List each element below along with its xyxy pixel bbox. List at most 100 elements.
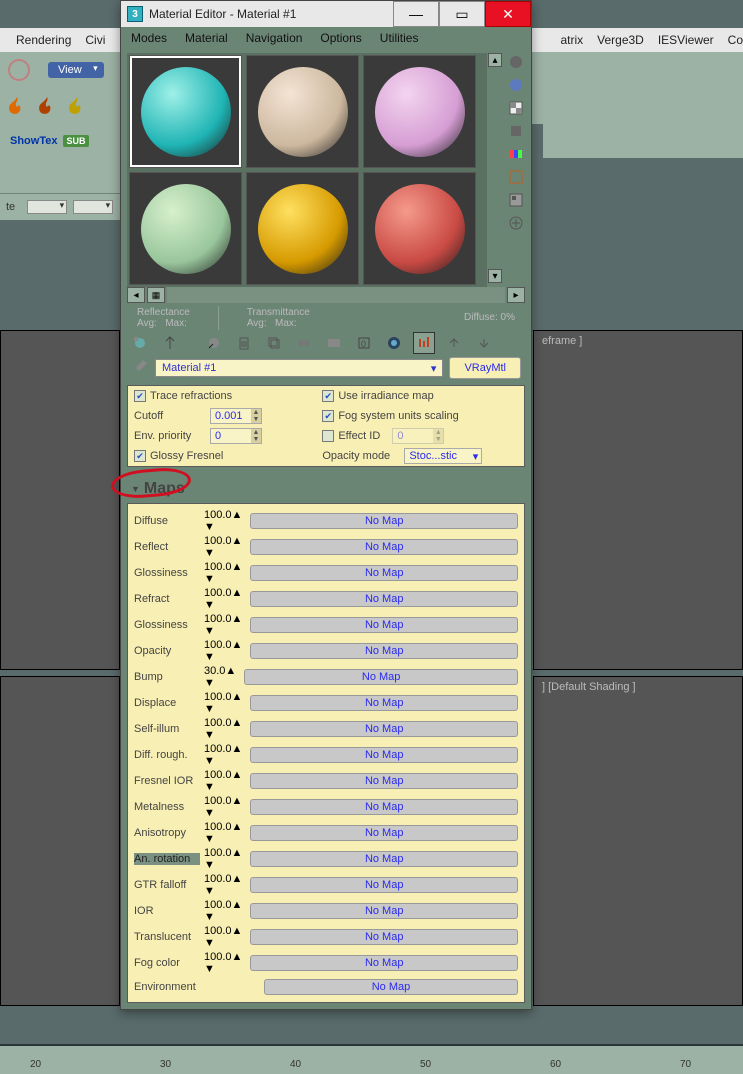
go-to-parent-icon[interactable]: [443, 332, 465, 354]
map-amount-spinner[interactable]: 100.0▲▼: [204, 691, 242, 715]
background-icon[interactable]: [507, 99, 525, 117]
scroll-track[interactable]: [167, 287, 505, 303]
fire-icon[interactable]: [68, 97, 86, 115]
map-amount-spinner[interactable]: 100.0▲▼: [204, 873, 242, 897]
map-slot-button[interactable]: No Map: [250, 929, 518, 945]
eyedropper-icon[interactable]: [131, 359, 149, 377]
select-by-material-icon[interactable]: [507, 191, 525, 209]
map-slot-button[interactable]: No Map: [250, 747, 518, 763]
viewport-bottom-left[interactable]: [0, 676, 120, 1006]
menu-utilities[interactable]: Utilities: [380, 31, 419, 45]
fire-icon[interactable]: [38, 97, 56, 115]
env-priority-spinner[interactable]: 0▲▼: [210, 428, 262, 444]
make-copy-icon[interactable]: [263, 332, 285, 354]
map-amount-spinner[interactable]: 100.0▲▼: [204, 717, 242, 741]
map-amount-spinner[interactable]: 100.0▲▼: [204, 847, 242, 871]
trace-refractions-checkbox[interactable]: [134, 390, 146, 402]
material-map-icon[interactable]: [507, 214, 525, 232]
samples-vscroll[interactable]: ▴ ▾: [487, 53, 503, 283]
map-amount-spinner[interactable]: 100.0▲▼: [204, 821, 242, 845]
map-amount-spinner[interactable]: 100.0▲▼: [204, 951, 242, 975]
sample-slot[interactable]: [129, 55, 242, 168]
bg-menu-item[interactable]: Co: [728, 33, 743, 47]
map-slot-button[interactable]: No Map: [250, 565, 518, 581]
sample-slot[interactable]: [246, 55, 359, 168]
bg-menu-item[interactable]: Verge3D: [597, 33, 644, 47]
scroll-up-icon[interactable]: ▴: [488, 53, 502, 67]
map-amount-spinner[interactable]: 100.0▲▼: [204, 769, 242, 793]
timeline[interactable]: 20 30 40 50 60 70: [0, 1044, 743, 1074]
scroll-right-icon[interactable]: ▸: [507, 287, 525, 303]
fire-icon[interactable]: [8, 97, 26, 115]
material-type-button[interactable]: VRayMtl: [449, 357, 521, 379]
bg-menu-item[interactable]: IESViewer: [658, 33, 714, 47]
samples-hscroll[interactable]: ◂ ▦ ▸: [127, 287, 525, 303]
map-slot-button[interactable]: No Map: [250, 539, 518, 555]
grid-toggle-icon[interactable]: ▦: [147, 287, 165, 303]
viewport-top-right[interactable]: eframe ]: [533, 330, 743, 670]
map-slot-button[interactable]: No Map: [250, 695, 518, 711]
scroll-left-icon[interactable]: ◂: [127, 287, 145, 303]
combo-1[interactable]: [27, 200, 67, 214]
effect-id-spinner[interactable]: 0▲▼: [392, 428, 444, 444]
maps-rollout-header[interactable]: Maps: [121, 477, 531, 501]
use-irradiance-checkbox[interactable]: [322, 390, 334, 402]
map-slot-button[interactable]: No Map: [250, 773, 518, 789]
backlight-icon[interactable]: [507, 76, 525, 94]
map-amount-spinner[interactable]: 100.0▲▼: [204, 613, 242, 637]
video-color-icon[interactable]: [507, 145, 525, 163]
map-slot-button[interactable]: No Map: [250, 955, 518, 971]
map-slot-button[interactable]: No Map: [250, 617, 518, 633]
map-amount-spinner[interactable]: 100.0▲▼: [204, 561, 242, 585]
material-id-icon[interactable]: 0: [353, 332, 375, 354]
fog-units-checkbox[interactable]: [322, 410, 334, 422]
put-to-scene-icon[interactable]: [159, 332, 181, 354]
bg-menu-item[interactable]: Rendering: [16, 33, 71, 47]
map-amount-spinner[interactable]: 100.0▲▼: [204, 587, 242, 611]
map-amount-spinner[interactable]: 100.0▲▼: [204, 899, 242, 923]
sample-type-icon[interactable]: [507, 53, 525, 71]
effect-id-checkbox[interactable]: [322, 430, 334, 442]
render-scope-icon[interactable]: [8, 59, 30, 81]
showtex-label[interactable]: ShowTex: [10, 135, 57, 147]
menu-options[interactable]: Options: [320, 31, 361, 45]
map-slot-button[interactable]: No Map: [244, 669, 518, 685]
close-button[interactable]: ✕: [485, 1, 531, 27]
map-slot-button[interactable]: No Map: [250, 851, 518, 867]
map-slot-button[interactable]: No Map: [250, 721, 518, 737]
map-slot-button[interactable]: No Map: [250, 799, 518, 815]
glossy-fresnel-checkbox[interactable]: [134, 450, 146, 462]
window-titlebar[interactable]: 3 Material Editor - Material #1 — ▭ ✕: [121, 1, 531, 27]
make-unique-icon[interactable]: [293, 332, 315, 354]
view-dropdown[interactable]: View: [48, 62, 104, 78]
bg-menu-item[interactable]: Civi: [85, 33, 105, 47]
show-in-viewport-icon[interactable]: [383, 332, 405, 354]
map-amount-spinner[interactable]: 100.0▲▼: [204, 535, 242, 559]
maximize-button[interactable]: ▭: [439, 1, 485, 27]
map-amount-spinner[interactable]: 100.0▲▼: [204, 795, 242, 819]
combo-2[interactable]: [73, 200, 113, 214]
viewport-bottom-right[interactable]: ] [Default Shading ]: [533, 676, 743, 1006]
show-end-result-icon[interactable]: [413, 332, 435, 354]
sample-uv-icon[interactable]: [507, 122, 525, 140]
sample-slot[interactable]: [363, 172, 476, 285]
map-slot-button[interactable]: No Map: [250, 825, 518, 841]
reset-icon[interactable]: [233, 332, 255, 354]
menu-navigation[interactable]: Navigation: [246, 31, 303, 45]
map-slot-button[interactable]: No Map: [250, 513, 518, 529]
map-amount-spinner[interactable]: 100.0▲▼: [204, 509, 242, 533]
map-amount-spinner[interactable]: 100.0▲▼: [204, 925, 242, 949]
material-name-dropdown[interactable]: Material #1: [155, 359, 443, 377]
cutoff-spinner[interactable]: 0.001▲▼: [210, 408, 262, 424]
bg-menu-item[interactable]: atrix: [560, 33, 583, 47]
sample-slot[interactable]: [246, 172, 359, 285]
go-forward-icon[interactable]: [473, 332, 495, 354]
sample-slot[interactable]: [363, 55, 476, 168]
map-amount-spinner[interactable]: 100.0▲▼: [204, 743, 242, 767]
options-icon[interactable]: [507, 168, 525, 186]
scroll-down-icon[interactable]: ▾: [488, 269, 502, 283]
menu-material[interactable]: Material: [185, 31, 228, 45]
sample-slot[interactable]: [129, 172, 242, 285]
viewport-top-left[interactable]: [0, 330, 120, 670]
map-amount-spinner[interactable]: 30.0▲▼: [204, 665, 236, 689]
